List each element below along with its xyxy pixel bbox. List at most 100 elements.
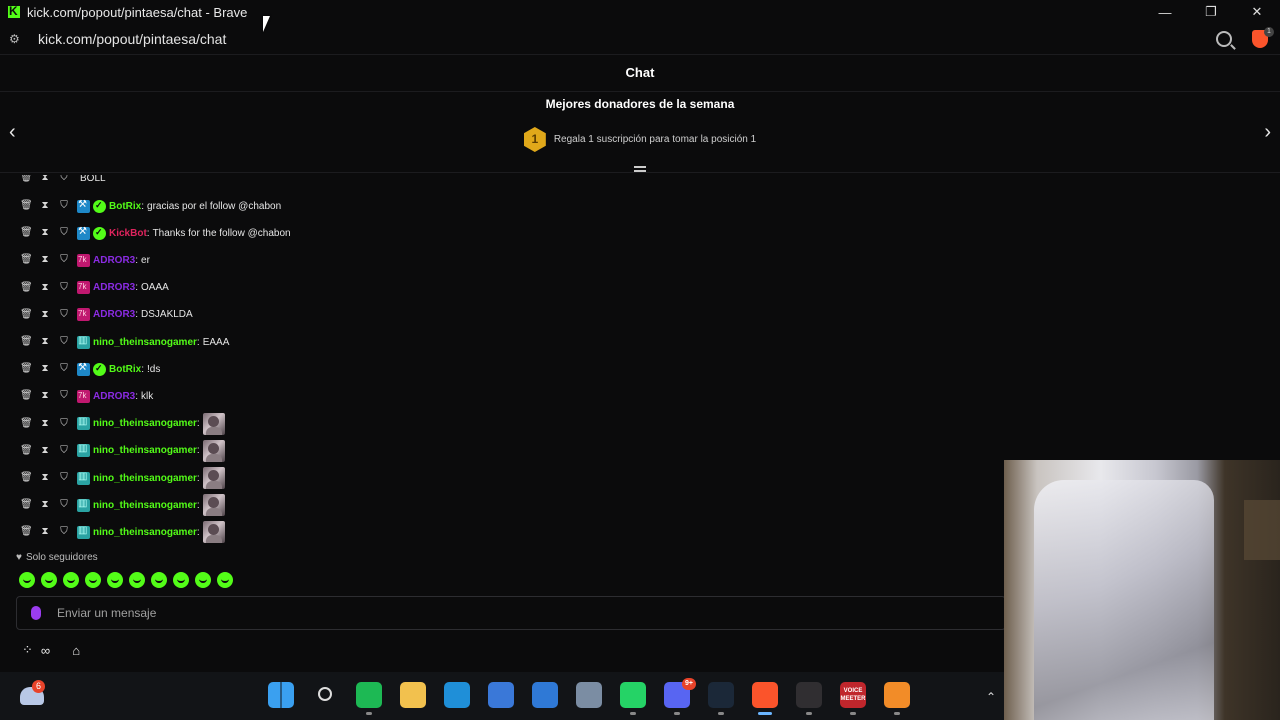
timeout-icon[interactable]: ⧗ [39,472,51,484]
delete-icon[interactable]: 🗑 [20,499,33,511]
delete-icon[interactable]: 🗑 [20,282,33,294]
delete-icon[interactable]: 🗑 [20,363,33,375]
discord-icon[interactable]: 9+ [664,678,696,715]
chat-username[interactable]: nino_theinsanogamer [93,473,197,484]
quick-emote-icon[interactable] [173,572,189,588]
site-settings-icon[interactable]: ⚙ [9,32,23,46]
infinity-icon[interactable]: ∞ [41,643,50,658]
quick-emote-icon[interactable] [41,572,57,588]
ban-icon[interactable]: ⛉ [58,499,70,511]
chat-message[interactable]: 🗑 ⧗ ⛉ ADROR3:klk [20,385,153,407]
quick-emote-icon[interactable] [195,572,211,588]
spotify-icon[interactable] [356,682,382,715]
chat-message[interactable]: 🗑 ⧗ ⛉ ADROR3:OAAA [20,277,169,299]
chat-message[interactable]: 🗑 ⧗ ⛉ nino_theinsanogamer: [20,439,225,462]
quick-emote-icon[interactable] [107,572,123,588]
fl-studio-icon[interactable] [884,682,910,715]
timeout-icon[interactable]: ⧗ [39,336,51,348]
settings-icon[interactable] [576,682,602,708]
timeout-icon[interactable]: ⧗ [39,499,51,511]
edge-icon[interactable] [444,682,470,708]
quick-emote-icon[interactable] [151,572,167,588]
ban-icon[interactable]: ⛉ [58,390,70,402]
ban-icon[interactable]: ⛉ [58,336,70,348]
delete-icon[interactable]: 🗑 [20,390,33,402]
close-button[interactable]: ✕ [1234,0,1280,24]
timeout-icon[interactable]: ⧗ [39,418,51,430]
chat-username[interactable]: nino_theinsanogamer [93,337,197,348]
message-input-wrapper[interactable] [16,596,1006,630]
delete-icon[interactable]: 🗑 [20,418,33,430]
chevron-up-icon[interactable]: ⌃ [986,690,996,704]
store-icon[interactable]: ⌂ [72,643,80,658]
timeout-icon[interactable]: ⧗ [39,282,51,294]
chat-username[interactable]: ADROR3 [93,282,135,293]
restore-button[interactable]: ❐ [1188,0,1234,24]
delete-icon[interactable]: 🗑 [20,175,33,184]
ban-icon[interactable]: ⛉ [58,526,70,538]
message-input[interactable] [57,606,957,620]
timeout-icon[interactable]: ⧗ [39,254,51,266]
emote-image[interactable] [202,494,225,517]
chat-username[interactable]: BotRix [109,201,141,212]
ban-icon[interactable]: ⛉ [58,445,70,457]
file-explorer-icon[interactable] [400,682,426,708]
brave-icon[interactable] [752,682,778,715]
ban-icon[interactable]: ⛉ [58,254,70,266]
timeout-icon[interactable]: ⧗ [39,445,51,457]
chat-username[interactable]: ADROR3 [93,309,135,320]
chat-messages[interactable]: 🗑 ⧗ ⛉ BOLL 🗑⧗⛉BotRix:gracias por el foll… [0,175,1004,547]
outlook-icon[interactable] [532,682,558,708]
chat-username[interactable]: nino_theinsanogamer [93,500,197,511]
chat-username[interactable]: BotRix [109,364,141,375]
settings-dots-icon[interactable]: ⁘ [22,642,33,658]
windows-start-icon[interactable] [268,682,294,708]
ban-icon[interactable]: ⛉ [58,418,70,430]
zoom-icon[interactable] [1216,31,1232,47]
ban-icon[interactable]: ⛉ [58,227,70,239]
chat-message[interactable]: 🗑 ⧗ ⛉ BotRix:gracias por el follow @chabon [20,195,281,217]
delete-icon[interactable]: 🗑 [20,254,33,266]
emote-image[interactable] [202,521,225,544]
timeout-icon[interactable]: ⧗ [39,227,51,239]
chat-username[interactable]: nino_theinsanogamer [93,418,197,429]
minimize-button[interactable]: — [1142,0,1188,24]
mic-icon[interactable] [31,606,41,620]
chat-username[interactable]: KickBot [109,228,147,239]
quick-emote-icon[interactable] [217,572,233,588]
chevron-right-icon[interactable]: › [1264,121,1271,144]
timeout-icon[interactable]: ⧗ [39,390,51,402]
emote-image[interactable] [202,439,225,462]
ban-icon[interactable]: ⛉ [58,363,70,375]
steam-icon[interactable] [708,682,734,715]
chat-message[interactable]: 🗑 ⧗ ⛉ nino_theinsanogamer: [20,521,225,544]
delete-icon[interactable]: 🗑 [20,309,33,321]
chat-message[interactable]: 🗑 ⧗ ⛉ ADROR3:DSJAKLDA [20,304,193,326]
ban-icon[interactable]: ⛉ [58,175,70,184]
timeout-icon[interactable]: ⧗ [39,363,51,375]
delete-icon[interactable]: 🗑 [20,227,33,239]
emote-image[interactable] [202,467,225,489]
ban-icon[interactable]: ⛉ [58,282,70,294]
url-text[interactable]: kick.com/popout/pintaesa/chat [38,31,226,47]
chat-message[interactable]: 🗑 ⧗ ⛉ ADROR3:er [20,249,150,271]
delete-icon[interactable]: 🗑 [20,472,33,484]
chat-username[interactable]: nino_theinsanogamer [93,445,197,456]
delete-icon[interactable]: 🗑 [20,445,33,457]
delete-icon[interactable]: 🗑 [20,200,33,212]
timeout-icon[interactable]: ⧗ [39,526,51,538]
chat-message[interactable]: 🗑 ⧗ ⛉ nino_theinsanogamer: [20,494,225,517]
delete-icon[interactable]: 🗑 [20,526,33,538]
chat-username[interactable]: ADROR3 [93,391,135,402]
chat-message[interactable]: 🗑 ⧗ ⛉ KickBot:Thanks for the follow @chabon [20,222,291,244]
timeout-icon[interactable]: ⧗ [39,200,51,212]
chat-message[interactable]: 🗑 ⧗ ⛉ nino_theinsanogamer: [20,467,225,489]
quick-emote-icon[interactable] [63,572,79,588]
voicemeeter-icon[interactable]: VOICE MEETER [840,682,866,715]
ban-icon[interactable]: ⛉ [58,472,70,484]
delete-icon[interactable]: 🗑 [20,336,33,348]
obs-icon[interactable] [796,682,822,715]
ban-icon[interactable]: ⛉ [58,309,70,321]
whatsapp-icon[interactable] [620,682,646,715]
chat-username[interactable]: nino_theinsanogamer [93,527,197,538]
